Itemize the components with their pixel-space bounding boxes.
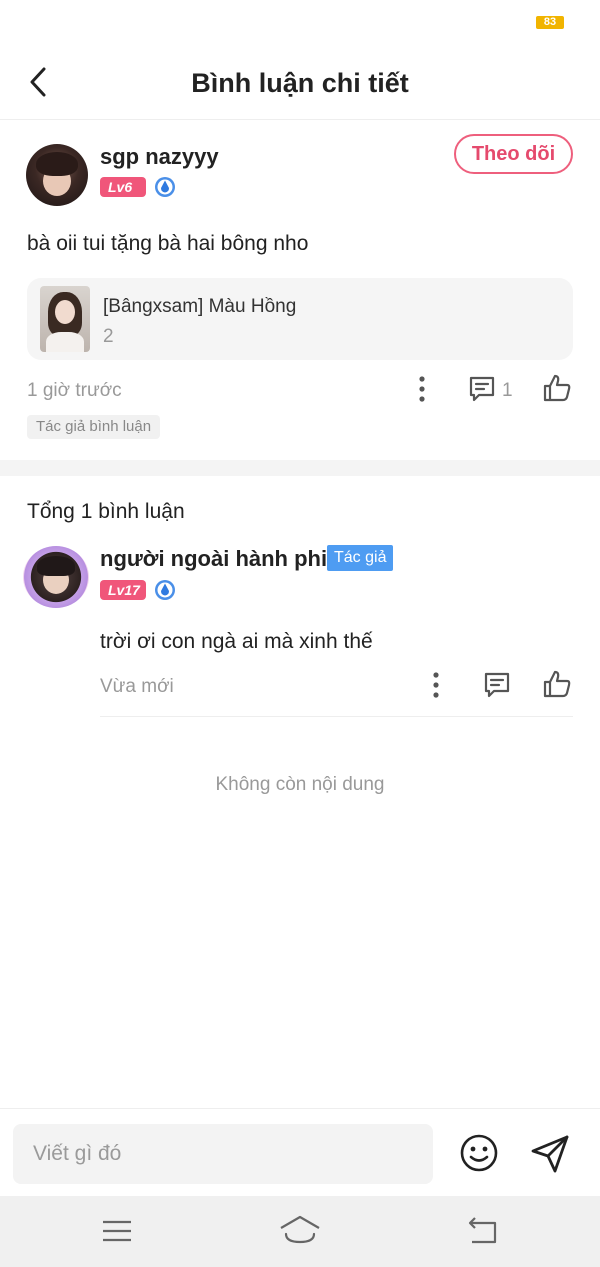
battery-indicator: 83 <box>536 16 564 29</box>
username[interactable]: sgp nazyyy <box>100 144 219 170</box>
comment-text: bà oii tui tặng bà hai bông nho <box>27 232 309 255</box>
post-thumbnail <box>40 286 90 352</box>
author-badge: Tác giả <box>327 545 394 571</box>
home-icon[interactable] <box>278 1214 322 1246</box>
return-icon[interactable] <box>466 1215 498 1245</box>
verified-badge-icon <box>155 177 175 197</box>
verified-badge-icon <box>155 580 175 600</box>
comment-icon[interactable] <box>482 670 512 700</box>
divider <box>100 716 573 717</box>
comment-input-bar <box>0 1108 600 1196</box>
comment-time: 1 giờ trước <box>27 380 122 401</box>
total-comments-label: Tổng 1 bình luận <box>27 500 185 523</box>
reply-count: 1 <box>502 380 513 401</box>
follow-button[interactable]: Theo dõi <box>454 134 573 174</box>
comment-input[interactable] <box>13 1124 433 1184</box>
end-of-content-label: Không còn nội dung <box>215 774 385 795</box>
header: Bình luận chi tiết <box>0 44 600 120</box>
level-badge: Lv17 <box>100 580 146 600</box>
avatar[interactable] <box>23 546 89 608</box>
status-bar: 83 <box>0 0 600 44</box>
reply-text: trời ơi con ngà ai mà xinh thế <box>100 630 373 653</box>
menu-icon[interactable] <box>101 1218 133 1244</box>
section-divider <box>0 460 600 476</box>
thumbs-up-icon[interactable] <box>542 373 572 403</box>
main-comment: sgp nazyyy Lv6 Theo dõi bà oii tui tặng … <box>0 120 600 462</box>
page-title: Bình luận chi tiết <box>191 68 409 98</box>
more-options-icon[interactable] <box>412 374 432 404</box>
post-title: [Bângxsam] Màu Hồng <box>103 296 297 317</box>
send-icon[interactable] <box>529 1133 571 1175</box>
avatar[interactable] <box>26 144 88 206</box>
thumbs-up-icon[interactable] <box>542 669 572 699</box>
system-navigation-bar <box>0 1196 600 1267</box>
referenced-post-card[interactable]: [Bângxsam] Màu Hồng 2 <box>27 278 573 360</box>
post-subtitle: 2 <box>103 326 114 347</box>
emoji-icon[interactable] <box>459 1133 499 1173</box>
reply-time: Vừa mới <box>100 676 174 697</box>
reply-item: người ngoài hành phi Tác giả Lv17 trời ơ… <box>0 540 600 720</box>
level-badge: Lv6 <box>100 177 146 197</box>
username[interactable]: người ngoài hành phi <box>100 546 327 572</box>
comment-icon[interactable] <box>467 374 497 404</box>
comment-author-tag: Tác giả bình luận <box>27 415 161 439</box>
more-options-icon[interactable] <box>426 670 446 700</box>
